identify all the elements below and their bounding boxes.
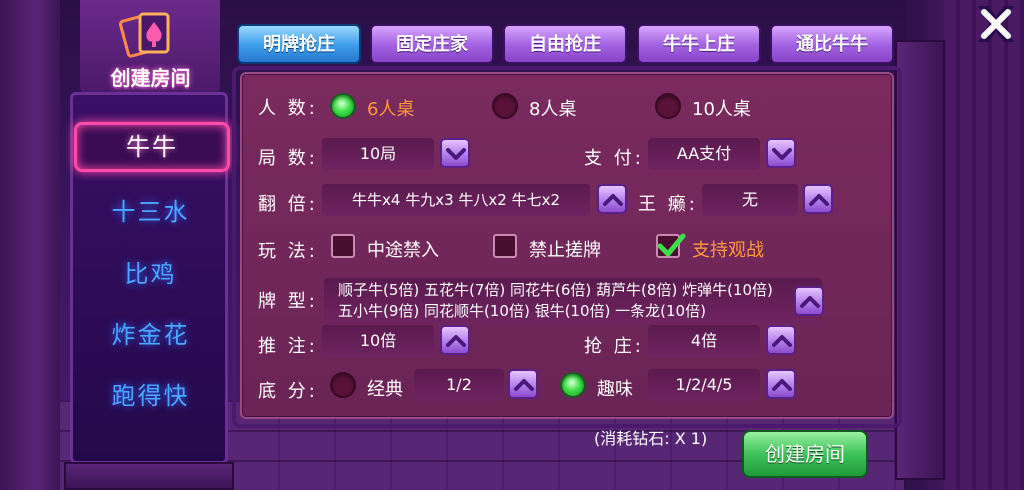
left-pillar-decor [0,0,60,490]
card-type-line-2: 五小牛(9倍) 同花顺牛(10倍) 银牛(10倍) 一条龙(10倍) [338,302,706,320]
grab-label: 抢 庄: [584,336,644,357]
base-classic-radio[interactable] [330,372,356,398]
bet-label: 推 注: [258,336,318,357]
nav-title: 创建房间 [110,66,191,90]
grab-dropdown-button[interactable] [766,325,796,355]
base-classic-field[interactable]: 1/2 [414,369,504,401]
tab-guding-zhuangjia[interactable]: 固定庄家 [370,24,494,64]
tab-mingpai-qiangzhuang[interactable]: 明牌抢庄 [237,24,361,64]
base-fun-dropdown-button[interactable] [766,369,796,399]
players-10-label[interactable]: 10人桌 [692,95,751,121]
card-type-label: 牌 型: [258,291,318,312]
close-icon[interactable] [972,2,1020,46]
grab-field[interactable]: 4倍 [648,325,760,357]
card-type-field[interactable]: 顺子牛(5倍) 五花牛(7倍) 同花牛(6倍) 葫芦牛(8倍) 炸弹牛(10倍)… [324,278,822,324]
play-label: 玩 法: [258,241,318,262]
base-fun-radio[interactable] [560,372,586,398]
play-option-2-label[interactable]: 禁止搓牌 [529,236,601,262]
play-option-1-checkbox[interactable] [331,234,355,258]
base-fun-label[interactable]: 趣味 [597,375,633,401]
card-type-line-1: 顺子牛(5倍) 五花牛(7倍) 同花牛(6倍) 葫芦牛(8倍) 炸弹牛(10倍) [338,281,773,299]
rounds-dropdown-button[interactable] [440,138,470,168]
play-option-3-label[interactable]: 支持观战 [692,236,764,262]
bet-field[interactable]: 10倍 [322,325,434,357]
players-label: 人 数: [258,98,318,119]
chevron-up-icon [800,296,820,308]
play-option-1-label[interactable]: 中途禁入 [367,236,439,262]
chevron-up-icon [603,194,623,206]
multiplier-label: 翻 倍: [258,194,318,215]
chevron-up-icon [514,379,534,391]
tab-tongbi-niuniu[interactable]: 通比牛牛 [770,24,894,64]
pay-dropdown-button[interactable] [766,138,796,168]
wild-field[interactable]: 无 [702,184,798,216]
chevron-up-icon [772,335,792,347]
nav-base-decor [64,462,234,490]
base-classic-label[interactable]: 经典 [367,375,403,401]
chevron-up-icon [772,379,792,391]
chevron-up-icon [446,335,466,347]
checkmark-icon [657,233,686,257]
multiplier-field[interactable]: 牛牛x4 牛九x3 牛八x2 牛七x2 [322,184,590,216]
pay-label: 支 付: [584,148,644,169]
tab-niuniu-shangzhuang[interactable]: 牛牛上庄 [637,24,761,64]
base-fun-field[interactable]: 1/2/4/5 [648,369,760,401]
rounds-label: 局 数: [258,148,318,169]
wild-label: 王 癞: [638,194,698,215]
play-option-3-checkbox[interactable] [656,233,686,258]
diamond-cost-text: (消耗钻石: X 1) [594,429,708,448]
base-classic-dropdown-button[interactable] [508,369,538,399]
create-room-button[interactable]: 创建房间 [742,430,868,478]
chevron-down-icon [446,148,466,160]
chevron-up-icon [809,194,829,206]
players-10-radio[interactable] [655,93,681,119]
nav-item-niuniu[interactable]: 牛牛 [74,122,230,172]
nav-item-paodekuai[interactable]: 跑得快 [68,376,233,411]
game-nav: 创建房间 牛牛 十三水 比鸡 炸金花 跑得快 [64,0,234,490]
rounds-field[interactable]: 10局 [322,138,434,170]
pay-field[interactable]: AA支付 [648,138,760,170]
chevron-down-icon [772,148,792,160]
players-6-radio[interactable] [330,93,356,119]
center-pillar-decor [895,40,945,480]
cards-logo-icon [118,12,170,58]
multiplier-dropdown-button[interactable] [597,184,627,214]
base-label: 底 分: [258,381,318,402]
nav-item-zhajinhua[interactable]: 炸金花 [68,315,233,350]
players-6-label[interactable]: 6人桌 [367,95,414,121]
players-8-label[interactable]: 8人桌 [529,95,576,121]
play-option-2-checkbox[interactable] [493,234,517,258]
wild-dropdown-button[interactable] [803,184,833,214]
card-type-dropdown-button[interactable] [794,286,824,316]
nav-item-biji[interactable]: 比鸡 [68,254,233,289]
nav-item-shisanshui[interactable]: 十三水 [68,192,233,227]
players-8-radio[interactable] [492,93,518,119]
bet-dropdown-button[interactable] [440,325,470,355]
tab-ziyou-qiangzhuang[interactable]: 自由抢庄 [503,24,627,64]
